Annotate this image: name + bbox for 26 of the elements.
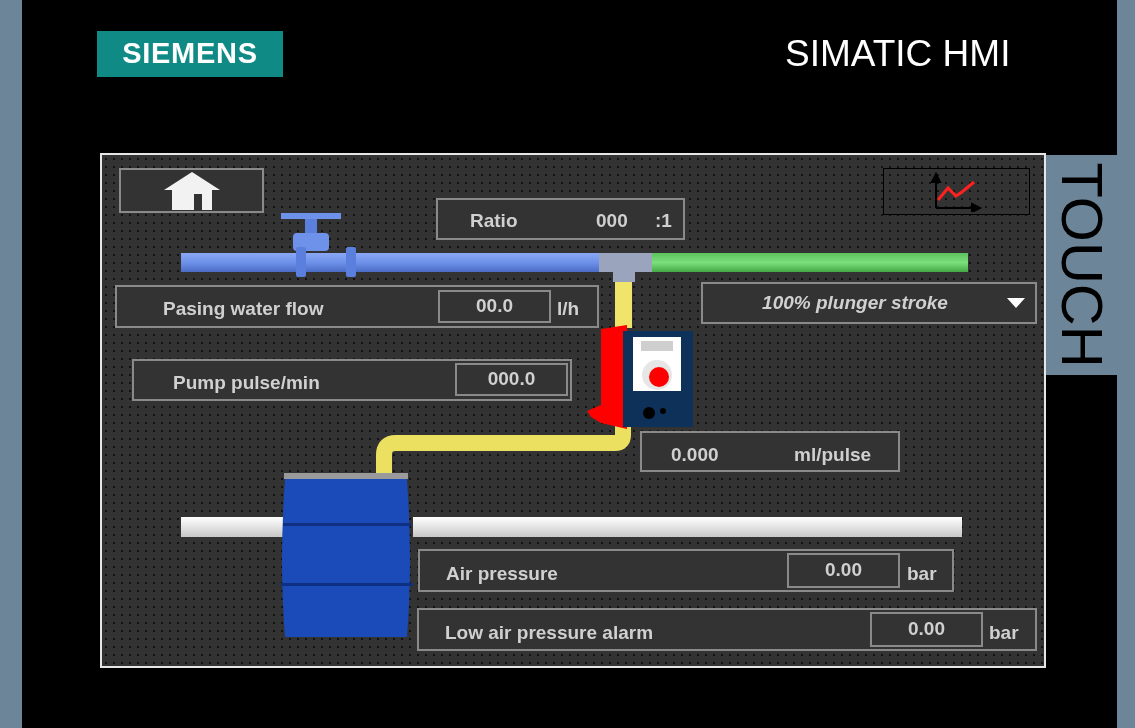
low-air-alarm-value: 0.00 [870,612,983,647]
air-pressure-label: Air pressure [446,562,558,586]
pump-pulse-value: 000.0 [455,363,568,396]
water-flow-label: Pasing water flow [163,297,324,321]
dose-unit: ml/pulse [794,443,872,467]
home-icon [163,171,220,210]
low-air-alarm-label: Low air pressure alarm [445,621,654,645]
dose-value: 0.000 [671,443,719,467]
low-air-alarm-unit: bar [989,621,1019,645]
water-flow-unit: l/h [557,297,580,321]
air-pressure-unit: bar [907,562,937,586]
feed-hose [615,282,632,328]
ratio-label: Ratio [470,209,518,233]
dropdown-caret-icon [1007,298,1025,308]
home-button[interactable] [119,168,264,213]
water-flow-value: 00.0 [438,290,551,323]
trend-chart-icon [929,171,984,212]
side-label: TOUCH [1046,155,1117,375]
pump-pulse-label: Pump pulse/min [173,371,320,395]
device-title: SIMATIC HMI [785,32,1011,76]
stroke-dropdown[interactable]: 100% plunger stroke [701,282,1037,324]
ratio-value: 000 [596,209,628,233]
air-pressure-value: 0.00 [787,553,900,588]
brand-logo: SIEMENS [97,31,283,77]
trend-button[interactable] [883,168,1030,215]
ratio-unit: :1 [655,209,672,233]
